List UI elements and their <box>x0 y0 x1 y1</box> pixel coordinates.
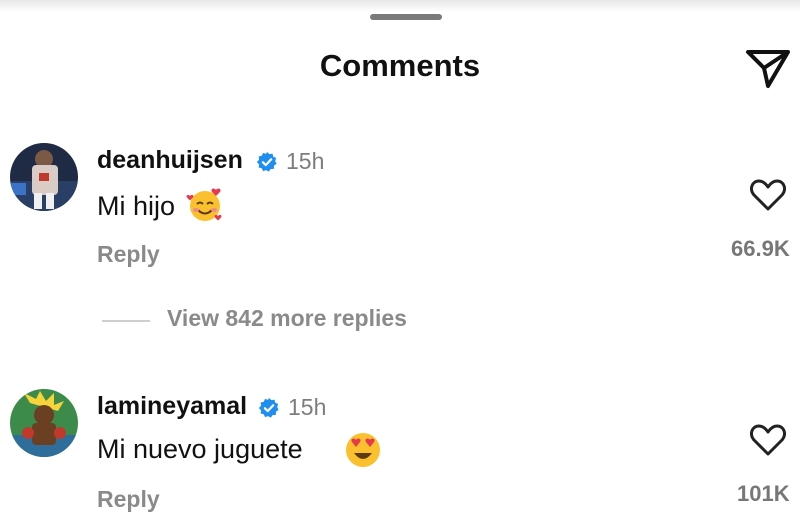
avatar[interactable] <box>10 143 78 211</box>
page-title: Comments <box>319 48 481 83</box>
like-count: 66.9K <box>731 236 790 261</box>
view-more-replies-button[interactable]: View 842 more replies <box>167 305 407 332</box>
replies-divider <box>102 320 150 322</box>
like-count: 101K <box>737 481 790 506</box>
smiling-face-with-hearts-icon <box>186 188 222 221</box>
comment-text: Mi nuevo juguete <box>97 434 303 464</box>
verified-badge-icon <box>256 151 277 172</box>
comment-timestamp: 15h <box>286 148 325 174</box>
send-icon[interactable] <box>744 46 792 90</box>
like-heart-icon[interactable] <box>748 422 788 458</box>
like-heart-icon[interactable] <box>748 177 788 213</box>
comment-text: Mi hijo <box>97 191 176 221</box>
verified-badge-icon <box>258 397 279 418</box>
reply-button[interactable]: Reply <box>97 486 160 513</box>
drag-handle[interactable] <box>370 14 442 20</box>
reply-button[interactable]: Reply <box>97 241 160 268</box>
heart-eyes-icon <box>346 433 380 467</box>
comment-username[interactable]: lamineyamal <box>97 392 247 421</box>
comment-username[interactable]: deanhuijsen <box>97 146 243 175</box>
sheet-top-shade <box>0 0 800 12</box>
comment-timestamp: 15h <box>288 394 327 420</box>
avatar[interactable] <box>10 389 78 457</box>
